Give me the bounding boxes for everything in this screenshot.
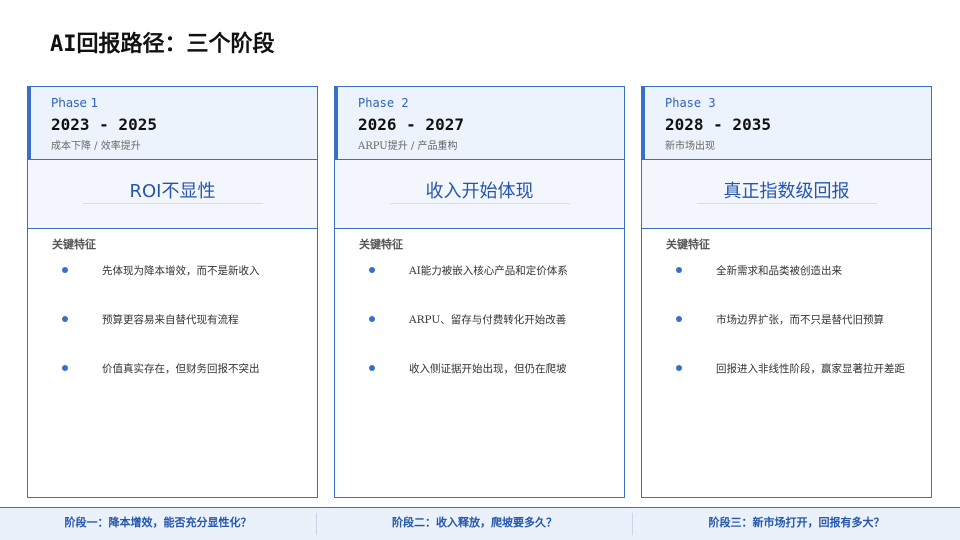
- phase-headline: ROI不显性: [129, 181, 216, 202]
- phase-card-2: Phase 2 2026 - 2027 ARPU提升 / 产品重构 收入开始体现…: [334, 86, 625, 498]
- bullet-dot-icon: [62, 267, 68, 273]
- phase-subtitle: ARPU提升 / 产品重构: [358, 141, 458, 152]
- bullet-dot-icon: [369, 267, 375, 273]
- phase-card-3: Phase 3 2028 - 2035 新市场出现 真正指数级回报 关键特征 全…: [641, 86, 932, 498]
- bullet-dot-icon: [62, 365, 68, 371]
- phase-years: 2023 - 2025: [51, 115, 157, 134]
- phase-label: Phase 2: [358, 96, 409, 110]
- phase-headline: 收入开始体现: [425, 181, 534, 202]
- bullet-dot-icon: [676, 316, 682, 322]
- bullet-item: 价值真实存在，但财务回报不突出: [28, 361, 317, 381]
- page-title: AI回报路径：三个阶段: [50, 32, 275, 57]
- bullet-dot-icon: [676, 365, 682, 371]
- bullet-text: 预算更容易来自替代现有流程: [102, 314, 239, 326]
- section-label: 关键特征: [52, 238, 96, 251]
- phase-years: 2028 - 2035: [665, 115, 771, 134]
- bullet-text: 全新需求和品类被创造出来: [716, 265, 842, 277]
- bullet-text: 回报进入非线性阶段，赢家显著拉开差距: [716, 363, 905, 375]
- phase-subtitle: 新市场出现: [665, 141, 715, 152]
- bullet-text: AI能力被嵌入核心产品和定价体系: [409, 265, 568, 277]
- phase-headline-box: ROI不显性: [28, 159, 317, 229]
- phase-label: Phase 3: [665, 96, 716, 110]
- bullet-item: 先体现为降本增效，而不是新收入: [28, 263, 317, 283]
- phase-card-header: Phase 3 2028 - 2035 新市场出现: [642, 87, 931, 159]
- bullet-item: 收入侧证据开始出现，但仍在爬坡: [335, 361, 624, 381]
- bullet-item: 市场边界扩张，而不只是替代旧预算: [642, 312, 931, 332]
- bullet-text: 价值真实存在，但财务回报不突出: [102, 363, 260, 375]
- headline-divider: [82, 203, 263, 204]
- bullet-text: 先体现为降本增效，而不是新收入: [102, 265, 260, 277]
- phase-card-header: Phase 2 2026 - 2027 ARPU提升 / 产品重构: [335, 87, 624, 159]
- phase-headline-box: 真正指数级回报: [642, 159, 931, 229]
- phase-headline-box: 收入开始体现: [335, 159, 624, 229]
- bullet-dot-icon: [62, 316, 68, 322]
- bullet-item: 回报进入非线性阶段，赢家显著拉开差距: [642, 361, 931, 381]
- phase-label: Phase 1: [51, 96, 99, 110]
- phase-subtitle: 成本下降 / 效率提升: [51, 141, 141, 152]
- bullet-item: 预算更容易来自替代现有流程: [28, 312, 317, 332]
- section-label: 关键特征: [359, 238, 403, 251]
- footer-question-2: 阶段二：收入释放，爬坡要多久？: [392, 516, 557, 529]
- bullet-dot-icon: [676, 267, 682, 273]
- phase-card-1: Phase 1 2023 - 2025 成本下降 / 效率提升 ROI不显性 关…: [27, 86, 318, 498]
- bullet-dot-icon: [369, 365, 375, 371]
- bullet-item: ARPU、留存与付费转化开始改善: [335, 312, 624, 332]
- section-label: 关键特征: [666, 238, 710, 251]
- bullet-item: 全新需求和品类被创造出来: [642, 263, 931, 283]
- phase-years: 2026 - 2027: [358, 115, 464, 134]
- bullet-item: AI能力被嵌入核心产品和定价体系: [335, 263, 624, 283]
- bullet-text: 市场边界扩张，而不只是替代旧预算: [716, 314, 884, 326]
- footer-bar: 阶段一：降本增效，能否充分显性化？ 阶段二：收入释放，爬坡要多久？ 阶段三：新市…: [0, 507, 960, 540]
- phase-card-header: Phase 1 2023 - 2025 成本下降 / 效率提升: [28, 87, 317, 159]
- bullet-dot-icon: [369, 316, 375, 322]
- bullet-text: ARPU、留存与付费转化开始改善: [409, 314, 567, 326]
- footer-question-3: 阶段三：新市场打开，回报有多大？: [708, 516, 885, 529]
- headline-divider: [696, 203, 877, 204]
- footer-question-1: 阶段一：降本增效，能否充分显性化？: [64, 516, 252, 529]
- phase-headline: 真正指数级回报: [723, 181, 850, 202]
- bullet-text: 收入侧证据开始出现，但仍在爬坡: [409, 363, 567, 375]
- headline-divider: [389, 203, 570, 204]
